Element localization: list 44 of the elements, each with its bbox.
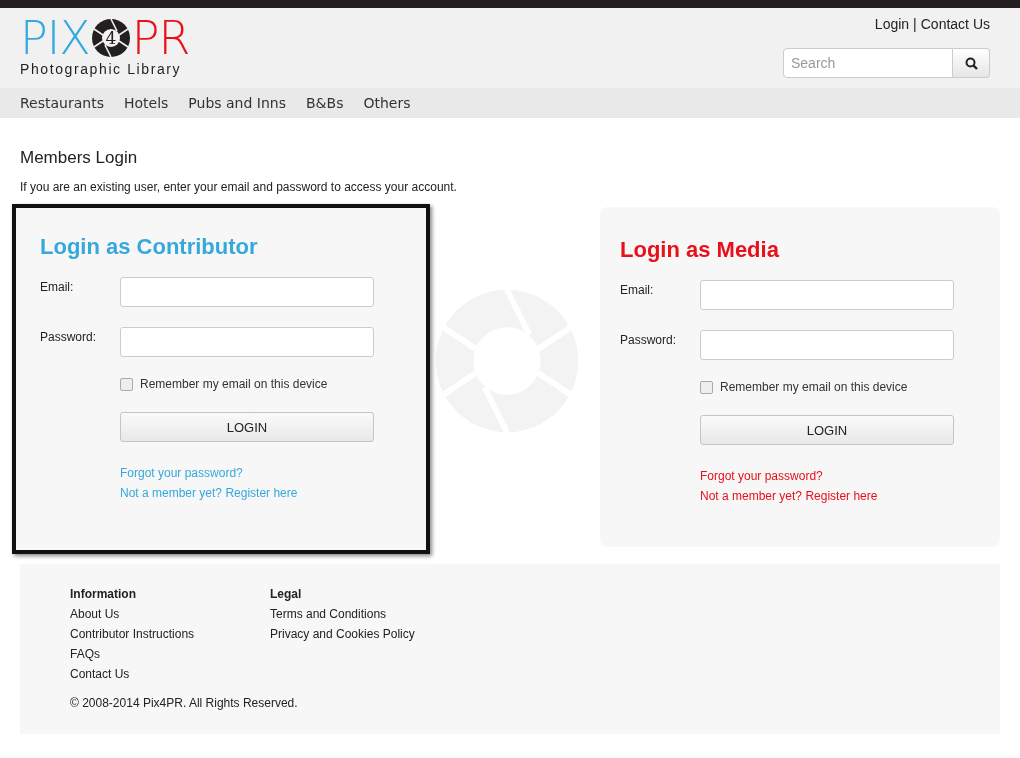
footer-link[interactable]: FAQs bbox=[70, 646, 270, 662]
header-link[interactable]: Contact Us bbox=[920, 16, 990, 32]
checkbox-label: Remember my email on this device bbox=[720, 380, 908, 394]
email-field[interactable] bbox=[700, 280, 954, 310]
footer-heading: Information bbox=[70, 586, 137, 602]
footer-link[interactable]: Contributor Instructions bbox=[70, 626, 270, 642]
nav-link[interactable]: Hotels bbox=[123, 95, 169, 111]
footer-link[interactable]: Privacy and Cookies Policy bbox=[270, 626, 470, 642]
search-button[interactable] bbox=[953, 48, 990, 78]
logo-text: PR bbox=[131, 16, 190, 60]
field-label: Password: bbox=[40, 330, 98, 344]
field-label: Email: bbox=[620, 283, 655, 297]
copyright-text: © 2008-2014 Pix4PR. All Rights Reserved. bbox=[70, 696, 299, 710]
password-field[interactable] bbox=[700, 330, 954, 360]
footer-link[interactable]: Contact Us bbox=[70, 666, 270, 682]
link-separator: | bbox=[913, 16, 917, 32]
logo-tagline: Photographic Library bbox=[20, 61, 183, 77]
panel-title: Login as Media bbox=[620, 237, 780, 263]
intro-text: If you are an existing user, enter your email and password to access your account. bbox=[20, 180, 458, 194]
remember-checkbox[interactable] bbox=[700, 380, 713, 394]
search-icon bbox=[964, 56, 978, 70]
email-field[interactable] bbox=[120, 277, 374, 307]
footer-link[interactable]: About Us bbox=[70, 606, 270, 622]
header-link[interactable]: Login bbox=[874, 16, 910, 32]
field-label: Password: bbox=[620, 333, 678, 347]
login-button[interactable]: LOGIN bbox=[700, 415, 954, 445]
login-button[interactable]: LOGIN bbox=[120, 412, 374, 442]
logo-text: PIX bbox=[20, 16, 90, 60]
panel-title: Login as Contributor bbox=[40, 234, 259, 260]
checkbox-label: Remember my email on this device bbox=[140, 377, 328, 391]
field-label: Email: bbox=[40, 280, 75, 294]
panel-link[interactable]: Not a member yet? Register here bbox=[700, 488, 980, 504]
page-title: Members Login bbox=[20, 148, 139, 168]
search-field[interactable]: Search bbox=[783, 48, 953, 78]
password-field[interactable] bbox=[120, 327, 374, 357]
footer-link[interactable]: Terms and Conditions bbox=[270, 606, 470, 622]
remember-checkbox[interactable] bbox=[120, 377, 133, 391]
nav-link[interactable]: B&Bs bbox=[306, 95, 344, 111]
aperture-logo-icon: 4 bbox=[90, 18, 131, 58]
panel-link[interactable]: Forgot your password? bbox=[700, 468, 980, 484]
nav-link[interactable]: Pubs and Inns bbox=[188, 95, 286, 111]
nav-link[interactable]: Restaurants bbox=[20, 95, 104, 111]
footer-heading: Legal bbox=[270, 586, 303, 602]
nav-link[interactable]: Others bbox=[363, 95, 411, 111]
